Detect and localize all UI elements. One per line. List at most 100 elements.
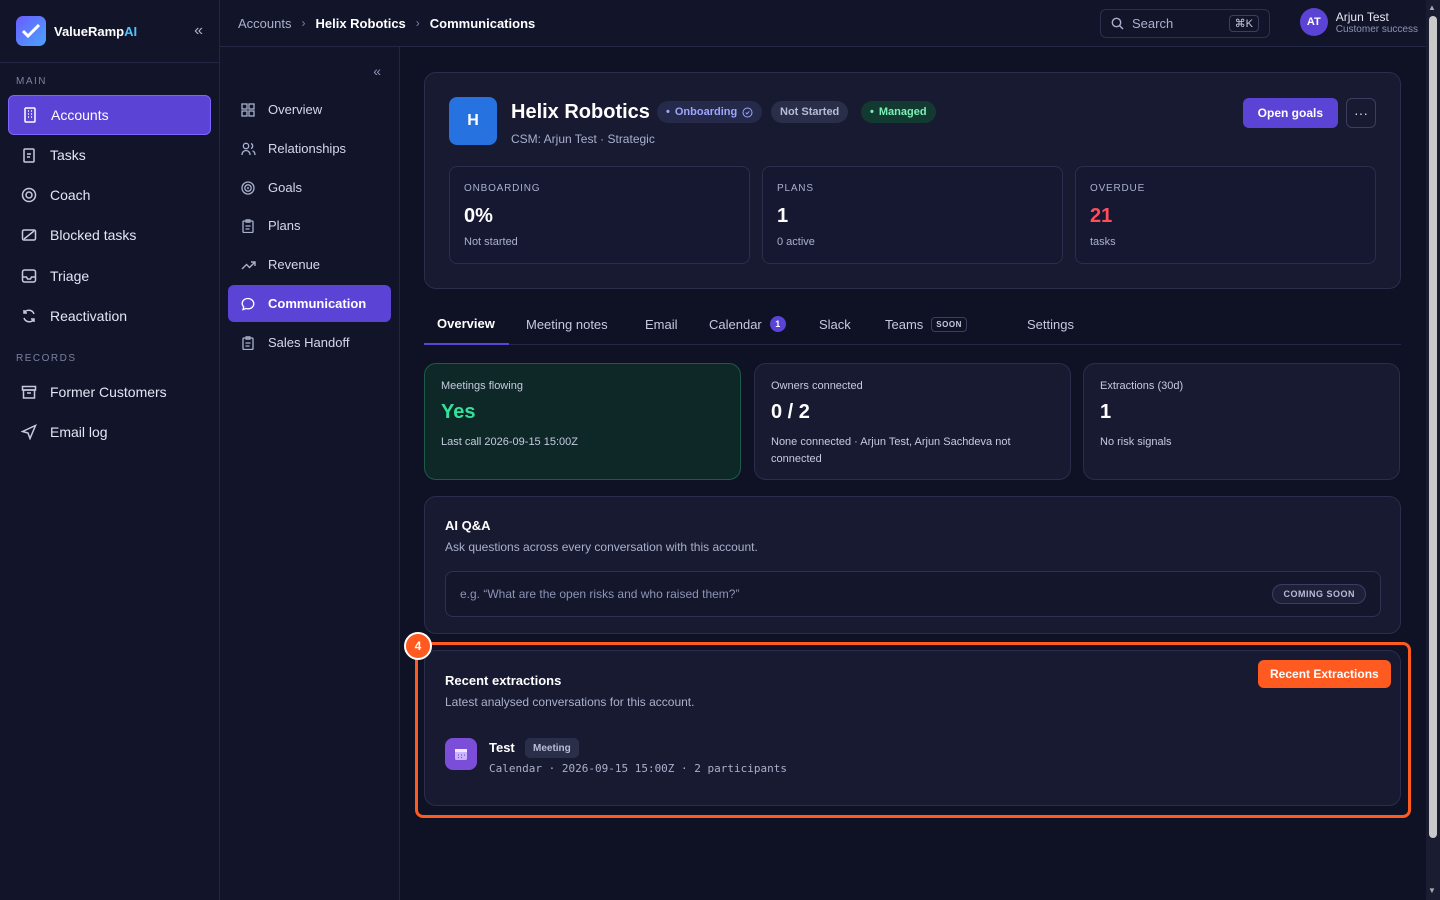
subnav-item-label: Revenue [268, 257, 321, 272]
tab-meeting-notes[interactable]: Meeting notes [513, 303, 621, 345]
soon-badge: SOON [931, 316, 967, 332]
stat-value: 0% [464, 205, 493, 227]
onboarding-badge[interactable]: • Onboarding [657, 101, 763, 123]
trend-up-icon [240, 257, 256, 273]
sidebar-item-email-log[interactable]: Email log [8, 412, 211, 452]
sidebar: ValueRampAI « MAIN Accounts Tasks Coach … [0, 0, 220, 900]
sidebar-item-label: Accounts [51, 107, 109, 123]
breadcrumb-accounts[interactable]: Accounts [238, 16, 291, 31]
breadcrumb: Accounts › Helix Robotics › Communicatio… [238, 16, 535, 31]
metric-label: Owners connected [771, 380, 863, 392]
search-icon [1111, 17, 1124, 30]
account-avatar: H [449, 97, 497, 145]
account-header-card: H Helix Robotics • Onboarding Not Started… [424, 72, 1401, 289]
tab-slack[interactable]: Slack [806, 303, 864, 345]
clipboard-icon [240, 218, 256, 234]
blocked-icon [20, 226, 38, 244]
sidebar-item-reactivation[interactable]: Reactivation [8, 296, 211, 336]
tab-settings[interactable]: Settings [1014, 303, 1087, 345]
metric-value: 0 / 2 [771, 401, 810, 423]
subnav-item-goals[interactable]: Goals [228, 169, 391, 206]
open-goals-button[interactable]: Open goals [1242, 98, 1338, 128]
ai-question-input[interactable]: e.g. “What are the open risks and who ra… [445, 571, 1381, 617]
sidebar-item-label: Triage [50, 268, 90, 284]
inbox-icon [20, 267, 38, 285]
more-options-icon[interactable]: ··· [1346, 98, 1376, 128]
user-role: Customer success [1335, 23, 1418, 35]
search-input[interactable]: Search ⌘K [1100, 9, 1270, 38]
user-menu[interactable]: AT Arjun Test Customer success [1299, 8, 1418, 36]
sidebar-item-label: Former Customers [50, 384, 167, 400]
collapse-subnav-icon[interactable]: « [373, 63, 381, 79]
metric-value: Yes [441, 401, 476, 423]
subnav-item-communication[interactable]: Communication [228, 285, 391, 322]
metric-owners-connected: Owners connected 0 / 2 None connected · … [754, 363, 1071, 480]
section-label-main: MAIN [16, 76, 47, 87]
building-icon [21, 106, 39, 124]
sidebar-item-blocked-tasks[interactable]: Blocked tasks [8, 215, 211, 255]
sidebar-item-label: Tasks [50, 147, 86, 163]
stat-note: tasks [1090, 236, 1116, 248]
metric-extractions: Extractions (30d) 1 No risk signals [1083, 363, 1400, 480]
users-icon [240, 141, 256, 157]
topbar: Accounts › Helix Robotics › Communicatio… [220, 0, 1426, 47]
subnav-item-revenue[interactable]: Revenue [228, 246, 391, 283]
account-subnav: « Overview Relationships Goals Plans Rev… [220, 47, 400, 900]
stat-onboarding: ONBOARDING 0% Not started [449, 166, 750, 264]
communication-tabs: Overview Meeting notes Email Calendar 1 … [424, 303, 1401, 345]
tab-calendar[interactable]: Calendar 1 [696, 303, 799, 345]
stat-label: OVERDUE [1090, 183, 1146, 194]
scrollbar-thumb[interactable] [1429, 16, 1437, 838]
subnav-item-plans[interactable]: Plans [228, 207, 391, 244]
section-label-records: RECORDS [16, 353, 77, 364]
ai-qa-card: AI Q&A Ask questions across every conver… [424, 496, 1401, 634]
tab-label: Teams [885, 316, 924, 332]
subnav-item-label: Overview [268, 102, 323, 117]
avatar: AT [1299, 8, 1328, 36]
tab-teams[interactable]: Teams SOON [872, 303, 980, 345]
subnav-item-label: Communication [268, 296, 367, 311]
brand-name: ValueRampAI [54, 23, 138, 39]
target-icon [20, 186, 38, 204]
scrollbar[interactable]: ▲ ▼ [1426, 0, 1440, 900]
collapse-sidebar-icon[interactable]: « [194, 22, 203, 40]
metric-label: Extractions (30d) [1100, 380, 1184, 392]
stat-label: PLANS [777, 183, 814, 194]
sidebar-item-label: Email log [50, 424, 108, 440]
scroll-up-icon[interactable]: ▲ [1428, 3, 1436, 12]
sidebar-item-triage[interactable]: Triage [8, 256, 211, 296]
stat-note: Not started [464, 236, 518, 248]
subnav-item-label: Sales Handoff [268, 335, 350, 350]
sidebar-item-label: Blocked tasks [50, 227, 137, 243]
sidebar-item-accounts[interactable]: Accounts [8, 95, 211, 135]
clipboard-icon [20, 146, 38, 164]
archive-icon [20, 383, 38, 401]
chat-icon [240, 296, 256, 312]
sidebar-item-coach[interactable]: Coach [8, 175, 211, 215]
metric-label: Meetings flowing [441, 380, 523, 392]
send-icon [20, 423, 38, 441]
subnav-item-label: Relationships [268, 141, 347, 156]
metric-note: Last call 2026-09-15 15:00Z [441, 436, 578, 448]
subnav-item-overview[interactable]: Overview [228, 91, 391, 128]
account-name: Helix Robotics [511, 101, 650, 123]
subnav-item-relationships[interactable]: Relationships [228, 130, 391, 167]
info-icon [742, 107, 753, 117]
sidebar-item-tasks[interactable]: Tasks [8, 135, 211, 175]
subnav-item-sales-handoff[interactable]: Sales Handoff [228, 324, 391, 361]
breadcrumb-account[interactable]: Helix Robotics [315, 16, 405, 31]
tab-email[interactable]: Email [632, 303, 691, 345]
sidebar-item-former-customers[interactable]: Former Customers [8, 372, 211, 412]
chevron-right-icon: › [301, 16, 306, 30]
target-icon [240, 180, 256, 196]
stat-plans: PLANS 1 0 active [762, 166, 1063, 264]
stat-note: 0 active [777, 236, 815, 248]
managed-badge: • Managed [861, 101, 936, 123]
recent-extractions-button[interactable]: Recent Extractions [1258, 660, 1391, 688]
metric-meetings-flowing: Meetings flowing Yes Last call 2026-09-1… [424, 363, 741, 480]
metric-note: None connected · Arjun Test, Arjun Sachd… [771, 436, 1011, 465]
tab-overview[interactable]: Overview [424, 303, 509, 345]
scroll-down-icon[interactable]: ▼ [1428, 886, 1436, 895]
sidebar-item-label: Reactivation [50, 308, 128, 324]
step-badge: 4 [404, 632, 432, 660]
